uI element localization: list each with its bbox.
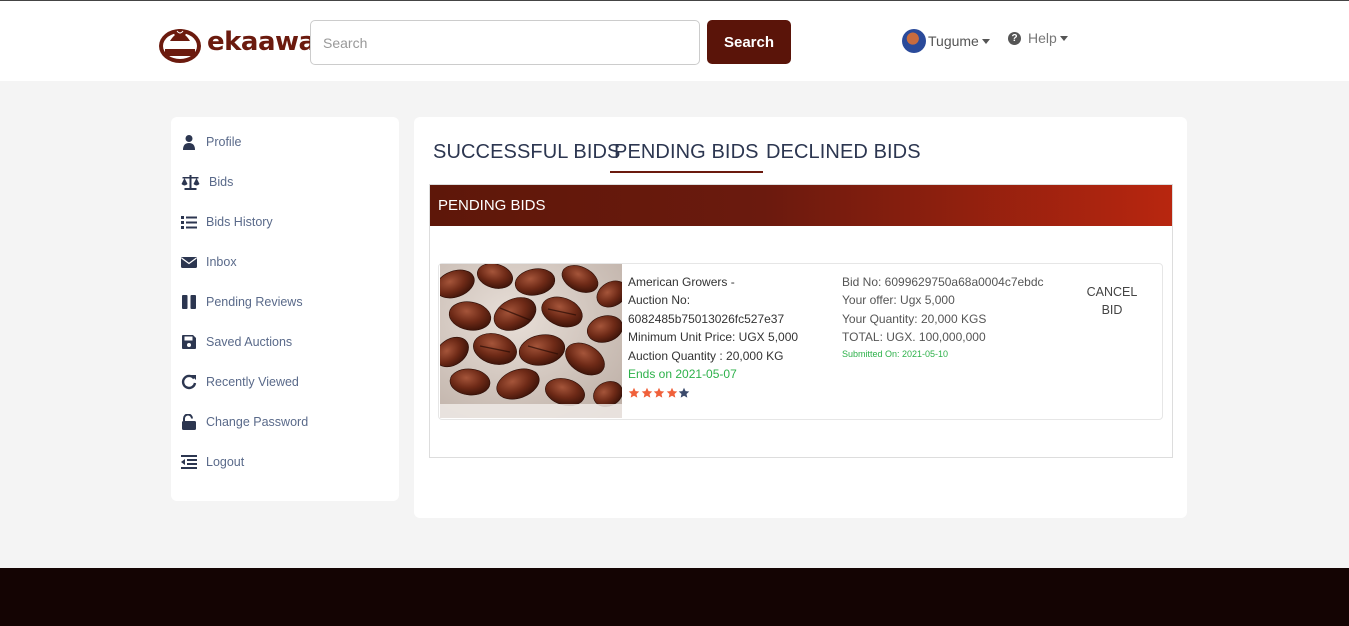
sidebar-item-label: Change Password: [206, 415, 309, 429]
help-label: Help: [1028, 30, 1057, 46]
envelope-icon: [181, 257, 197, 268]
search-input[interactable]: [310, 20, 700, 65]
save-icon: [182, 335, 196, 349]
user-dropdown[interactable]: Tugume: [902, 29, 990, 53]
cancel-bid-button[interactable]: CANCEL BID: [1082, 283, 1142, 319]
page-footer: [0, 568, 1349, 626]
auction-no-label: Auction No:: [628, 293, 691, 308]
sidebar-item-label: Saved Auctions: [206, 335, 293, 349]
sidebar-item-bids-history[interactable]: Bids History: [181, 212, 273, 232]
tab-pending-bids[interactable]: PENDING BIDS: [610, 141, 763, 173]
sidebar-item-label: Recently Viewed: [206, 375, 299, 389]
star-filled-icon: [641, 388, 652, 399]
star-filled-icon: [653, 388, 665, 399]
sidebar-item-saved-auctions[interactable]: Saved Auctions: [181, 332, 292, 352]
auction-details: American Growers - Auction No: 6082485b7…: [628, 273, 798, 399]
caret-down-icon: [981, 38, 990, 44]
avatar: [902, 29, 926, 53]
rating-stars: [628, 387, 798, 399]
user-name: Tugume: [928, 33, 979, 49]
star-empty-icon: [678, 388, 690, 399]
bid-number: Bid No: 6099629750a68a0004c7ebdc: [842, 275, 1044, 289]
search-button[interactable]: Search: [707, 20, 791, 64]
scale-icon: [181, 175, 200, 190]
seller-name: American Growers -: [628, 275, 735, 289]
submitted-on: Submitted On: 2021-05-10: [842, 348, 949, 359]
sidebar-item-inbox[interactable]: Inbox: [181, 252, 237, 272]
sidebar-item-label: Pending Reviews: [206, 295, 303, 309]
pending-bids-panel: PENDING BIDS American Growers - Auction …: [429, 184, 1173, 458]
tab-successful-bids[interactable]: SUCCESSFUL BIDS: [433, 141, 620, 171]
top-navbar: ekaawa Search Tugume ? Help: [0, 0, 1349, 81]
unlock-icon: [182, 414, 196, 430]
sidebar-item-logout[interactable]: Logout: [181, 452, 244, 472]
your-quantity: Your Quantity: 20,000 KGS: [842, 311, 987, 326]
sidebar-item-label: Inbox: [206, 255, 237, 269]
sidebar-item-bids[interactable]: Bids: [181, 172, 233, 192]
cancel-label-line1: CANCEL: [1086, 285, 1138, 299]
ends-on: Ends on 2021-05-07: [628, 367, 737, 382]
outdent-icon: [181, 455, 197, 469]
question-circle-icon: ?: [1008, 31, 1021, 45]
cancel-label-line2: BID: [1101, 303, 1123, 317]
sidebar-item-label: Logout: [206, 455, 245, 469]
user-icon: [183, 135, 195, 150]
bid-card: American Growers - Auction No: 6082485b7…: [438, 263, 1163, 420]
sidebar-item-profile[interactable]: Profile: [181, 132, 241, 152]
sidebar-item-change-password[interactable]: Change Password: [181, 412, 308, 432]
sidebar-item-label: Bids History: [206, 215, 273, 229]
auction-no-value: 6082485b75013026fc527e37: [628, 311, 785, 326]
caret-down-icon: [1059, 35, 1068, 41]
brand-logo[interactable]: ekaawa: [157, 19, 316, 65]
panel-title: PENDING BIDS: [430, 185, 1172, 226]
brand-name: ekaawa: [207, 27, 316, 57]
sidebar-item-label: Profile: [206, 135, 242, 149]
bid-total: TOTAL: UGX. 100,000,000: [842, 330, 986, 345]
coffee-beans-image[interactable]: [440, 264, 622, 418]
star-filled-icon: [666, 388, 677, 399]
sidebar-item-recently-viewed[interactable]: Recently Viewed: [181, 372, 299, 392]
help-dropdown[interactable]: ? Help: [1008, 30, 1068, 46]
coffee-logo-icon: [157, 19, 203, 65]
auction-quantity: Auction Quantity : 20,000 KG: [628, 348, 784, 363]
sidebar-item-label: Bids: [209, 175, 234, 189]
your-offer: Your offer: Ugx 5,000: [842, 293, 955, 308]
account-sidebar: Profile Bids Bids History Inbox Pending …: [171, 117, 399, 501]
sidebar-item-pending-reviews[interactable]: Pending Reviews: [181, 292, 303, 312]
bid-details: Bid No: 6099629750a68a0004c7ebdc Your of…: [842, 273, 1044, 361]
star-filled-icon: [628, 388, 640, 399]
list-icon: [181, 216, 197, 229]
redo-icon: [181, 374, 197, 390]
pause-icon: [182, 295, 196, 309]
min-unit-price: Minimum Unit Price: UGX 5,000: [628, 330, 799, 345]
tab-declined-bids[interactable]: DECLINED BIDS: [766, 141, 921, 171]
